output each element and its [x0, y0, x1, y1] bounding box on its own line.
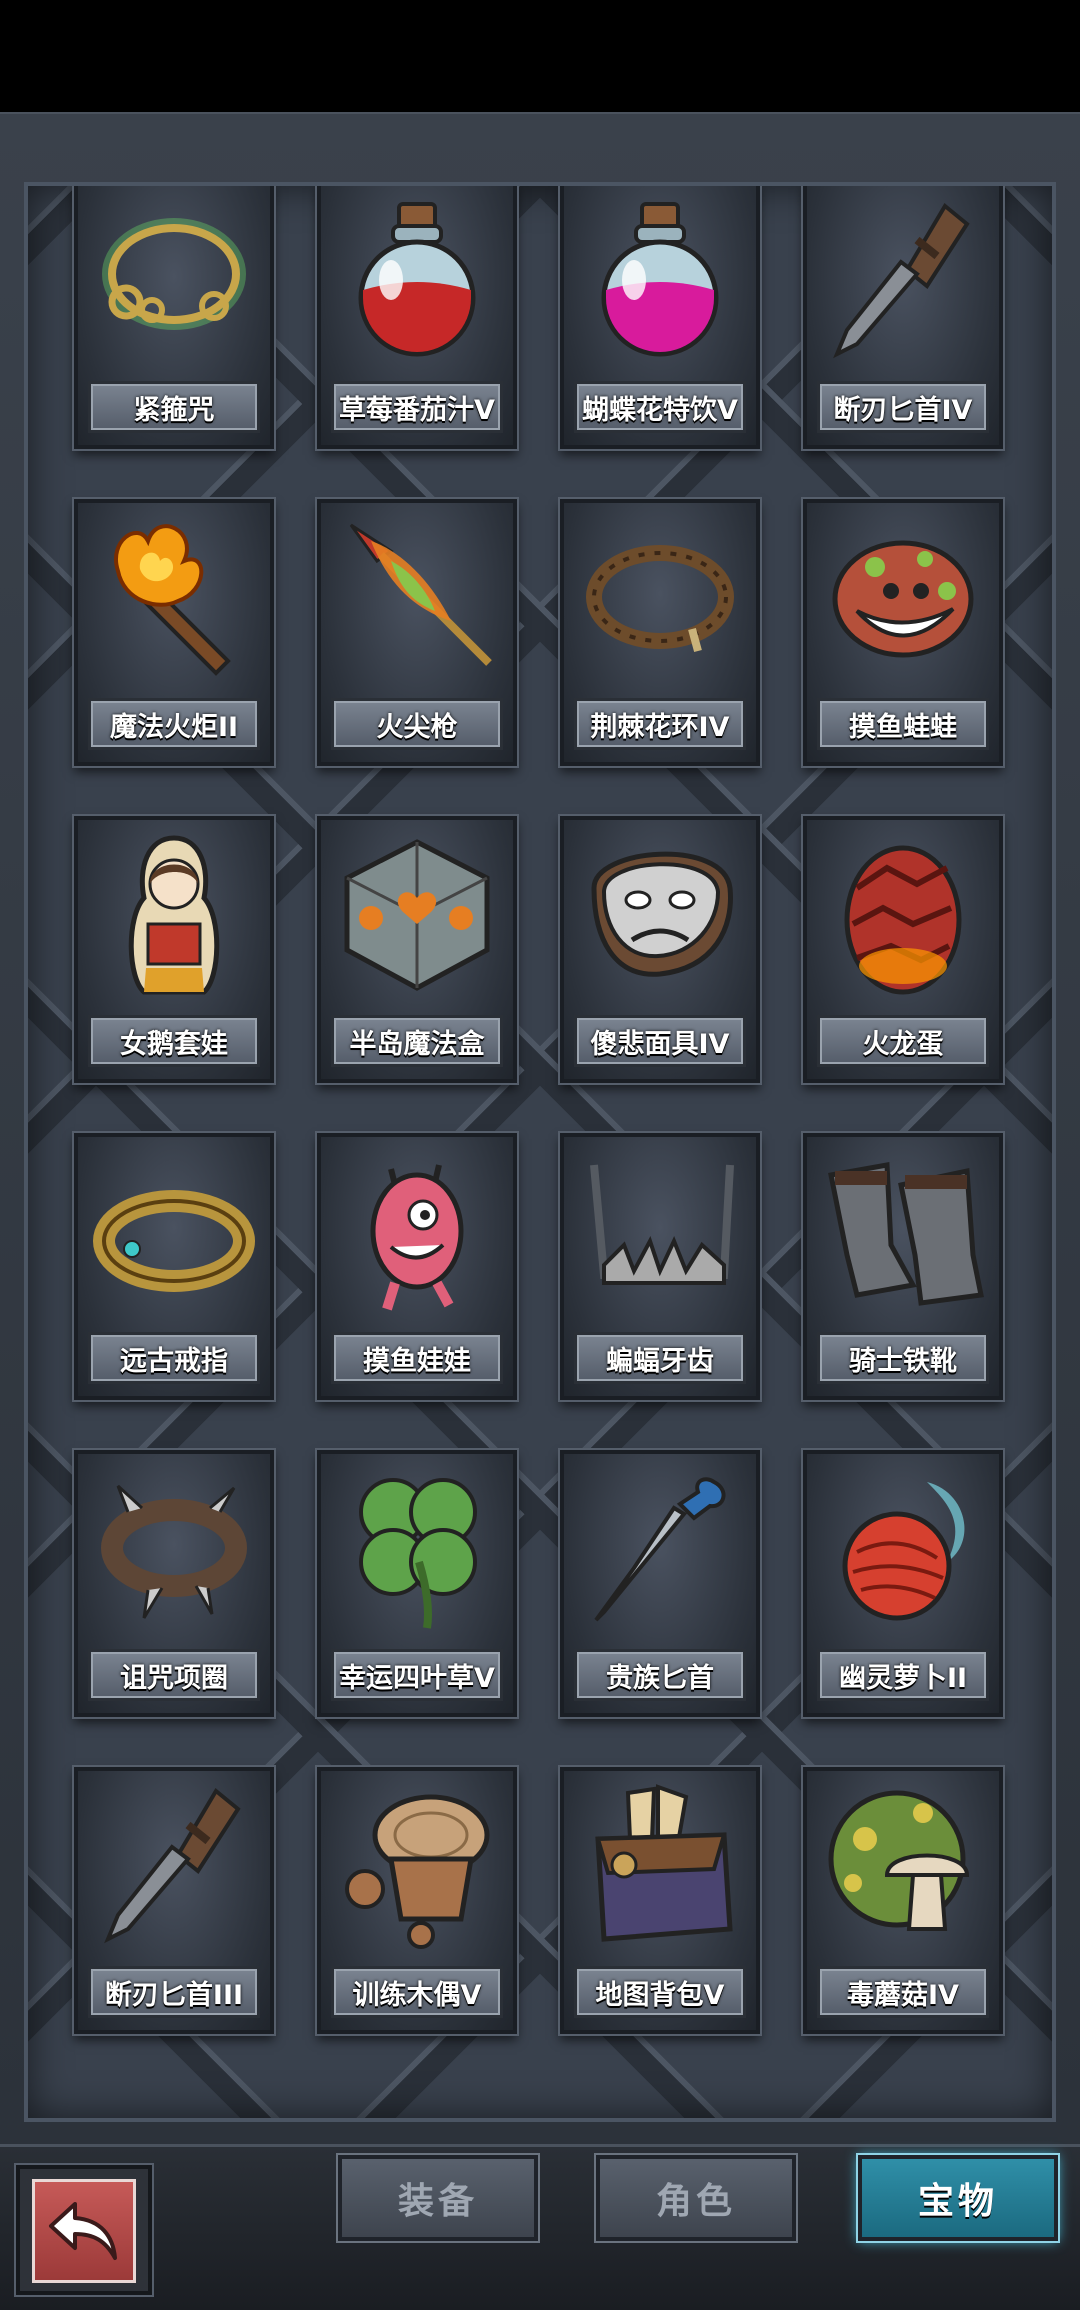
treasure-name: 远古戒指 [88, 1332, 260, 1384]
treasure-panel: 紧箍咒 草莓番茄汁V 蝴蝶花特饮V 断刃匕首IV 魔法火炬II 火尖枪 荆棘花环IV 摸鱼蛙蛙… [0, 112, 1080, 2144]
noble-dagger-icon [574, 1462, 746, 1634]
treasure-name: 幽灵萝卜II [817, 1649, 989, 1701]
treasure-name: 训练木偶V [331, 1966, 503, 2018]
treasure-card[interactable]: 草莓番茄汁V [317, 186, 517, 449]
treasure-card[interactable]: 荆棘花环IV [560, 499, 760, 766]
nesting-doll-icon [88, 828, 260, 1000]
back-arrow-icon [32, 2179, 136, 2283]
thorn-wreath-icon [574, 511, 746, 683]
treasure-name: 摸鱼蛙蛙 [817, 698, 989, 750]
bottom-bar: 装备 角色 宝物 [0, 2144, 1080, 2310]
broken-dagger-icon [817, 194, 989, 366]
bat-fangs-icon [574, 1145, 746, 1317]
treasure-name: 火龙蛋 [817, 1015, 989, 1067]
treasure-name: 半岛魔法盒 [331, 1015, 503, 1067]
item-grid: 紧箍咒 草莓番茄汁V 蝴蝶花特饮V 断刃匕首IV 魔法火炬II 火尖枪 荆棘花环IV 摸鱼蛙蛙… [74, 186, 1034, 2034]
treasure-card[interactable]: 毒蘑菇IV [803, 1767, 1003, 2034]
treasure-name: 贵族匕首 [574, 1649, 746, 1701]
pink-doll-icon [331, 1145, 503, 1317]
treasure-card[interactable]: 半岛魔法盒 [317, 816, 517, 1083]
four-leaf-clover-icon [331, 1462, 503, 1634]
red-potion-icon [331, 194, 503, 366]
treasure-name: 蝴蝶花特饮V [574, 381, 746, 433]
treasure-name: 诅咒项圈 [88, 1649, 260, 1701]
magic-cube-icon [331, 828, 503, 1000]
treasure-card[interactable]: 魔法火炬II [74, 499, 274, 766]
treasure-name: 火尖枪 [331, 698, 503, 750]
treasure-card[interactable]: 断刃匕首III [74, 1767, 274, 2034]
tab-equipment[interactable]: 装备 [338, 2155, 538, 2241]
status-bar [0, 0, 1080, 112]
treasure-name: 蝙蝠牙齿 [574, 1332, 746, 1384]
treasure-card[interactable]: 远古戒指 [74, 1133, 274, 1400]
broken-dagger-icon [88, 1779, 260, 1951]
treasure-name: 幸运四叶草V [331, 1649, 503, 1701]
magic-torch-icon [88, 511, 260, 683]
treasure-card[interactable]: 紧箍咒 [74, 186, 274, 449]
treasure-card[interactable]: 训练木偶V [317, 1767, 517, 2034]
treasure-card[interactable]: 贵族匕首 [560, 1450, 760, 1717]
treasure-card[interactable]: 地图背包V [560, 1767, 760, 2034]
treasure-card[interactable]: 幽灵萝卜II [803, 1450, 1003, 1717]
treasure-name: 骑士铁靴 [817, 1332, 989, 1384]
treasure-card[interactable]: 蝙蝠牙齿 [560, 1133, 760, 1400]
tab-treasure[interactable]: 宝物 [858, 2155, 1058, 2241]
treasure-card[interactable]: 摸鱼蛙蛙 [803, 499, 1003, 766]
golden-headband-icon [88, 194, 260, 366]
treasure-name: 荆棘花环IV [574, 698, 746, 750]
treasure-card[interactable]: 火龙蛋 [803, 816, 1003, 1083]
treasure-card[interactable]: 女鹅套娃 [74, 816, 274, 1083]
treasure-card[interactable]: 断刃匕首IV [803, 186, 1003, 449]
treasure-name: 紧箍咒 [88, 381, 260, 433]
treasure-name: 草莓番茄汁V [331, 381, 503, 433]
treasure-card[interactable]: 骑士铁靴 [803, 1133, 1003, 1400]
spiked-collar-icon [88, 1462, 260, 1634]
wooden-dummy-icon [331, 1779, 503, 1951]
fire-spear-icon [331, 511, 503, 683]
ghost-radish-icon [817, 1462, 989, 1634]
item-grid-panel[interactable]: 紧箍咒 草莓番茄汁V 蝴蝶花特饮V 断刃匕首IV 魔法火炬II 火尖枪 荆棘花环IV 摸鱼蛙蛙… [24, 182, 1056, 2122]
dragon-egg-icon [817, 828, 989, 1000]
treasure-card[interactable]: 蝴蝶花特饮V [560, 186, 760, 449]
knight-boots-icon [817, 1145, 989, 1317]
treasure-name: 毒蘑菇IV [817, 1966, 989, 2018]
treasure-card[interactable]: 傻悲面具IV [560, 816, 760, 1083]
map-backpack-icon [574, 1779, 746, 1951]
frog-creature-icon [817, 511, 989, 683]
poison-mushroom-icon [817, 1779, 989, 1951]
treasure-card[interactable]: 摸鱼娃娃 [317, 1133, 517, 1400]
back-button[interactable] [16, 2165, 152, 2295]
ancient-ring-icon [88, 1145, 260, 1317]
pink-potion-icon [574, 194, 746, 366]
treasure-name: 断刃匕首III [88, 1966, 260, 2018]
treasure-name: 魔法火炬II [88, 698, 260, 750]
treasure-name: 地图背包V [574, 1966, 746, 2018]
treasure-name: 女鹅套娃 [88, 1015, 260, 1067]
treasure-card[interactable]: 火尖枪 [317, 499, 517, 766]
treasure-name: 傻悲面具IV [574, 1015, 746, 1067]
treasure-name: 摸鱼娃娃 [331, 1332, 503, 1384]
treasure-name: 断刃匕首IV [817, 381, 989, 433]
sad-mask-icon [574, 828, 746, 1000]
treasure-card[interactable]: 幸运四叶草V [317, 1450, 517, 1717]
treasure-card[interactable]: 诅咒项圈 [74, 1450, 274, 1717]
tab-character[interactable]: 角色 [596, 2155, 796, 2241]
